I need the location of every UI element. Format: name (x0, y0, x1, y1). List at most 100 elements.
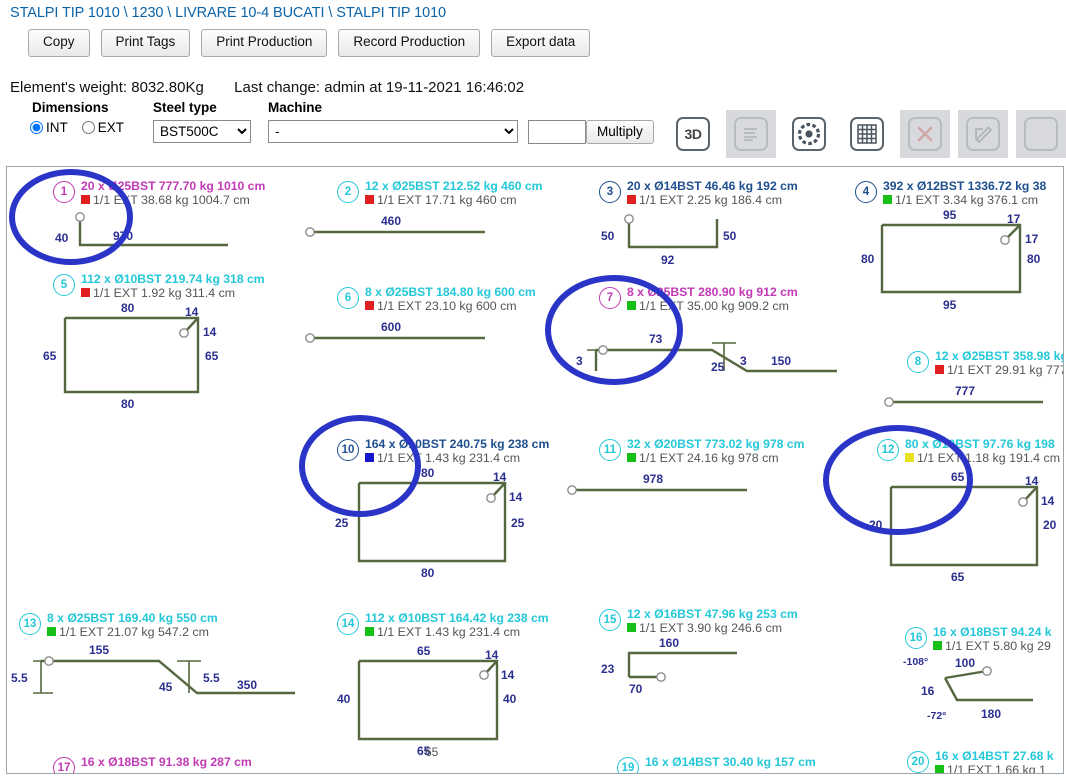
svg-text:460: 460 (381, 214, 401, 228)
svg-text:40: 40 (503, 692, 517, 706)
bar-drawing: 978 (567, 465, 849, 510)
svg-text:17: 17 (1025, 232, 1039, 246)
svg-text:65: 65 (951, 470, 965, 484)
dimensions-radio-group[interactable]: INT EXT (30, 120, 138, 135)
bar-subtitle: 1/1 EXT 35.00 kg 909.2 cm (627, 299, 789, 313)
svg-text:16: 16 (921, 684, 935, 698)
bar-title: 12 x Ø16BST 47.96 kg 253 cm (627, 607, 798, 621)
bar-drawing: 40 970 (53, 207, 303, 262)
bar-marker (81, 195, 90, 204)
bar-subtitle-text: 1/1 EXT 3.34 kg 376.1 cm (895, 193, 1039, 207)
edit-icon[interactable] (958, 110, 1008, 158)
machine-label: Machine (268, 99, 323, 115)
view-3d-icon[interactable]: 3D (668, 110, 718, 158)
svg-text:155: 155 (89, 643, 109, 657)
bar-title: 12 x Ø25BST 212.52 kg 460 cm (365, 179, 543, 193)
bar-title: 164 x Ø10BST 240.75 kg 238 cm (365, 437, 550, 451)
info-line: Element's weight: 8032.80Kg Last change:… (10, 79, 1066, 96)
svg-text:180: 180 (981, 707, 1001, 721)
print-production-button[interactable]: Print Production (201, 29, 328, 57)
radio-ext-input[interactable] (81, 120, 95, 134)
delete-icon[interactable] (900, 110, 950, 158)
bar-marker (933, 641, 942, 650)
multiply-button[interactable]: Multiply (586, 119, 654, 144)
svg-text:14: 14 (1041, 494, 1055, 508)
svg-text:160: 160 (659, 636, 679, 650)
svg-text:25: 25 (335, 516, 349, 530)
bar-marker (365, 301, 374, 310)
bar-drawing: 80 14 14 25 25 80 (335, 465, 557, 580)
bar-title: 112 x Ø10BST 164.42 kg 238 cm (365, 611, 549, 625)
bar-badge: 11 (599, 439, 621, 461)
steel-type-label: Steel type (153, 99, 217, 115)
bar-title: 12 x Ø25BST 358.98 kg 7 (935, 349, 1064, 363)
svg-text:14: 14 (185, 305, 199, 319)
bar-subtitle-text: 1/1 EXT 3.90 kg 246.6 cm (639, 621, 783, 635)
svg-text:5.5: 5.5 (11, 671, 28, 685)
svg-text:40: 40 (337, 692, 351, 706)
svg-text:350: 350 (237, 678, 257, 692)
export-data-button[interactable]: Export data (491, 29, 591, 57)
document-list-icon[interactable] (726, 110, 776, 158)
radio-ext-option[interactable]: EXT (81, 120, 124, 135)
more-icon[interactable] (1016, 110, 1066, 158)
svg-text:600: 600 (381, 320, 401, 334)
svg-text:20: 20 (1043, 518, 1057, 532)
svg-text:150: 150 (771, 354, 791, 368)
coil-icon[interactable] (784, 110, 834, 158)
svg-text:65: 65 (205, 349, 219, 363)
radio-int-option[interactable]: INT (30, 120, 68, 135)
bar-marker (905, 453, 914, 462)
svg-text:777: 777 (955, 384, 975, 398)
multiply-input[interactable] (528, 119, 586, 144)
radio-int-input[interactable] (30, 120, 43, 134)
svg-text:25: 25 (511, 516, 525, 530)
svg-text:20: 20 (869, 518, 883, 532)
steel-type-select[interactable]: BST500C (153, 119, 251, 143)
bar-marker (935, 365, 944, 374)
svg-text:92: 92 (661, 253, 675, 267)
bar-subtitle: 1/1 EXT 1.18 kg 191.4 cm (905, 451, 1060, 465)
bar-badge: 19 (617, 757, 639, 773)
svg-text:80: 80 (1027, 252, 1041, 266)
bar-schedule-canvas[interactable]: 1 20 x Ø25BST 777.70 kg 1010 cm 1/1 EXT … (6, 166, 1064, 774)
bar-drawing: 600 (305, 313, 587, 358)
bar-subtitle-text: 1/1 EXT 38.68 kg 1004.7 cm (93, 193, 250, 207)
bar-badge: 5 (53, 274, 75, 296)
bar-badge: 6 (337, 287, 359, 309)
print-tags-button[interactable]: Print Tags (100, 29, 191, 57)
machine-select[interactable]: - (268, 119, 518, 143)
svg-text:50: 50 (723, 229, 737, 243)
bar-badge: 4 (855, 181, 877, 203)
bar-title: 112 x Ø10BST 219.74 kg 318 cm (81, 272, 265, 286)
bar-marker (365, 195, 374, 204)
element-weight-label: Element's weight: 8032.80Kg (10, 78, 204, 96)
svg-text:14: 14 (509, 490, 523, 504)
bar-title: 32 x Ø20BST 773.02 kg 978 cm (627, 437, 805, 451)
more-glyph (1024, 117, 1058, 151)
bar-subtitle-text: 1/1 EXT 29.91 kg 777 c (947, 363, 1064, 377)
grid-icon[interactable] (842, 110, 892, 158)
svg-text:70: 70 (629, 682, 643, 696)
bar-subtitle-text: 1/1 EXT 24.16 kg 978 cm (639, 451, 779, 465)
bar-subtitle: 1/1 EXT 24.16 kg 978 cm (627, 451, 779, 465)
bar-subtitle-text: 1/1 EXT 35.00 kg 909.2 cm (639, 299, 789, 313)
svg-text:50: 50 (601, 229, 615, 243)
bar-marker (627, 301, 636, 310)
svg-text:14: 14 (1025, 474, 1039, 488)
bar-title: 392 x Ø12BST 1336.72 kg 38 (883, 179, 1047, 193)
bar-item-18-partial: 65 (425, 745, 438, 759)
svg-text:80: 80 (421, 566, 435, 580)
breadcrumb: STALPI TIP 1010 \ 1230 \ LIVRARE 10-4 BU… (10, 5, 447, 21)
svg-text:5.5: 5.5 (203, 671, 220, 685)
bar-badge: 17 (53, 757, 75, 773)
svg-text:95: 95 (943, 208, 957, 222)
record-production-button[interactable]: Record Production (338, 29, 481, 57)
bar-title: 16 x Ø14BST 30.40 kg 157 cm (645, 755, 816, 769)
bar-subtitle: 1/1 EXT 2.25 kg 186.4 cm (627, 193, 782, 207)
copy-button[interactable]: Copy (28, 29, 90, 57)
svg-text:80: 80 (421, 466, 435, 480)
svg-text:65: 65 (417, 644, 431, 658)
bar-subtitle: 1/1 EXT 3.90 kg 246.6 cm (627, 621, 782, 635)
bar-subtitle: 1/1 EXT 1.66 kg 1 (935, 763, 1046, 773)
